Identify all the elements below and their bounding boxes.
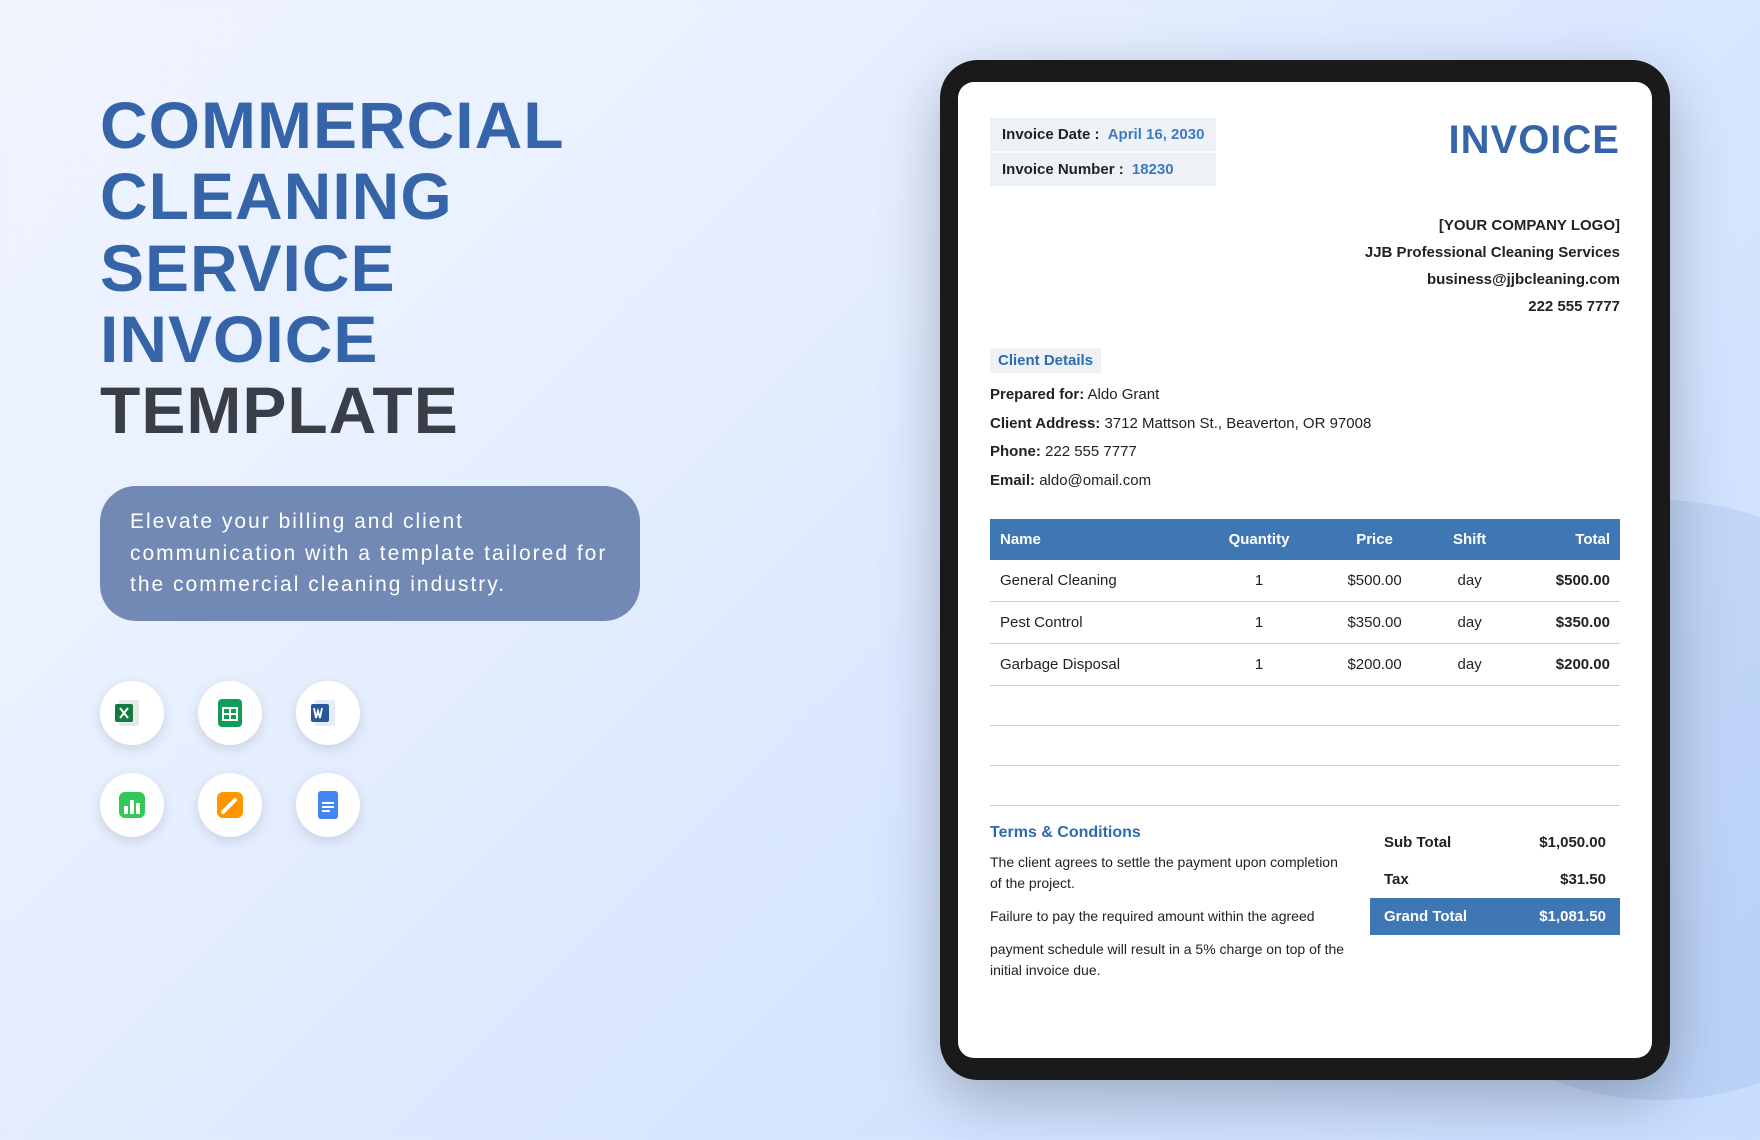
subtotal-label: Sub Total: [1384, 834, 1451, 851]
cell-price: $350.00: [1319, 602, 1430, 644]
client-address-value: 3712 Mattson St., Beaverton, OR 97008: [1104, 415, 1371, 432]
cell-total: $350.00: [1509, 602, 1620, 644]
company-email: business@jjbcleaning.com: [990, 266, 1620, 293]
client-email-label: Email:: [990, 472, 1035, 489]
cell-price: $500.00: [1319, 560, 1430, 602]
numbers-icon[interactable]: [100, 773, 164, 837]
cell-name: Garbage Disposal: [990, 644, 1199, 686]
invoice-number-value: 18230: [1132, 161, 1174, 178]
tablet-frame: Invoice Date : April 16, 2030 Invoice Nu…: [940, 60, 1670, 1080]
company-phone: 222 555 7777: [990, 293, 1620, 320]
col-name: Name: [990, 519, 1199, 560]
invoice-number-label: Invoice Number :: [1002, 161, 1124, 178]
invoice-document: Invoice Date : April 16, 2030 Invoice Nu…: [958, 82, 1652, 1058]
client-address-label: Client Address:: [990, 415, 1100, 432]
terms-paragraph: payment schedule will result in a 5% cha…: [990, 939, 1350, 981]
table-row-empty: [990, 726, 1620, 766]
invoice-number-row: Invoice Number : 18230: [990, 153, 1216, 186]
cell-shift: day: [1430, 602, 1509, 644]
terms-title: Terms & Conditions: [990, 824, 1350, 842]
totals-block: Sub Total $1,050.00 Tax $31.50 Grand Tot…: [1370, 824, 1620, 993]
invoice-date-value: April 16, 2030: [1108, 126, 1205, 143]
terms-paragraph: Failure to pay the required amount withi…: [990, 906, 1350, 927]
sheets-icon[interactable]: [198, 681, 262, 745]
grand-total-row: Grand Total $1,081.50: [1370, 898, 1620, 935]
client-phone-value: 222 555 7777: [1045, 443, 1137, 460]
col-price: Price: [1319, 519, 1430, 560]
subtotal-row: Sub Total $1,050.00: [1370, 824, 1620, 861]
main-title: COMMERCIAL CLEANING SERVICE INVOICE TEMP…: [100, 90, 660, 446]
col-total: Total: [1509, 519, 1620, 560]
table-row: Garbage Disposal 1 $200.00 day $200.00: [990, 644, 1620, 686]
table-row: General Cleaning 1 $500.00 day $500.00: [990, 560, 1620, 602]
invoice-heading: INVOICE: [1449, 118, 1620, 163]
invoice-date-label: Invoice Date :: [1002, 126, 1100, 143]
subtotal-value: $1,050.00: [1539, 834, 1606, 851]
tax-row: Tax $31.50: [1370, 861, 1620, 898]
grand-total-label: Grand Total: [1384, 908, 1467, 925]
cell-qty: 1: [1199, 602, 1319, 644]
cell-shift: day: [1430, 560, 1509, 602]
client-section-title: Client Details: [990, 348, 1101, 373]
terms-block: Terms & Conditions The client agrees to …: [990, 824, 1350, 993]
company-logo-placeholder: [YOUR COMPANY LOGO]: [990, 212, 1620, 239]
cell-qty: 1: [1199, 644, 1319, 686]
docs-icon[interactable]: [296, 773, 360, 837]
tagline: Elevate your billing and client communic…: [100, 486, 640, 621]
grand-total-value: $1,081.50: [1539, 908, 1606, 925]
client-prepared-for-label: Prepared for:: [990, 386, 1084, 403]
company-name: JJB Professional Cleaning Services: [990, 239, 1620, 266]
cell-price: $200.00: [1319, 644, 1430, 686]
word-icon[interactable]: [296, 681, 360, 745]
excel-icon[interactable]: [100, 681, 164, 745]
col-qty: Quantity: [1199, 519, 1319, 560]
table-row-empty: [990, 686, 1620, 726]
cell-total: $500.00: [1509, 560, 1620, 602]
col-shift: Shift: [1430, 519, 1509, 560]
client-email-value: aldo@omail.com: [1039, 472, 1151, 489]
title-line-3: SERVICE: [100, 233, 660, 304]
format-icon-grid: [100, 681, 660, 837]
cell-name: General Cleaning: [990, 560, 1199, 602]
client-prepared-for: Prepared for: Aldo Grant: [990, 381, 1620, 410]
line-items-table: Name Quantity Price Shift Total General …: [990, 519, 1620, 806]
client-email: Email: aldo@omail.com: [990, 467, 1620, 496]
tax-value: $31.50: [1560, 871, 1606, 888]
tax-label: Tax: [1384, 871, 1409, 888]
client-address: Client Address: 3712 Mattson St., Beaver…: [990, 410, 1620, 439]
title-line-5: TEMPLATE: [100, 375, 660, 446]
client-phone-label: Phone:: [990, 443, 1041, 460]
title-line-2: CLEANING: [100, 161, 660, 232]
cell-name: Pest Control: [990, 602, 1199, 644]
cell-total: $200.00: [1509, 644, 1620, 686]
left-panel: COMMERCIAL CLEANING SERVICE INVOICE TEMP…: [100, 90, 660, 837]
client-prepared-for-value: Aldo Grant: [1088, 386, 1160, 403]
company-block: [YOUR COMPANY LOGO] JJB Professional Cle…: [990, 212, 1620, 320]
terms-paragraph: The client agrees to settle the payment …: [990, 852, 1350, 894]
cell-qty: 1: [1199, 560, 1319, 602]
title-line-1: COMMERCIAL: [100, 90, 660, 161]
client-phone: Phone: 222 555 7777: [990, 438, 1620, 467]
invoice-date-row: Invoice Date : April 16, 2030: [990, 118, 1216, 151]
table-row: Pest Control 1 $350.00 day $350.00: [990, 602, 1620, 644]
pages-icon[interactable]: [198, 773, 262, 837]
table-row-empty: [990, 766, 1620, 806]
cell-shift: day: [1430, 644, 1509, 686]
invoice-meta-block: Invoice Date : April 16, 2030 Invoice Nu…: [990, 118, 1216, 188]
title-line-4: INVOICE: [100, 304, 660, 375]
